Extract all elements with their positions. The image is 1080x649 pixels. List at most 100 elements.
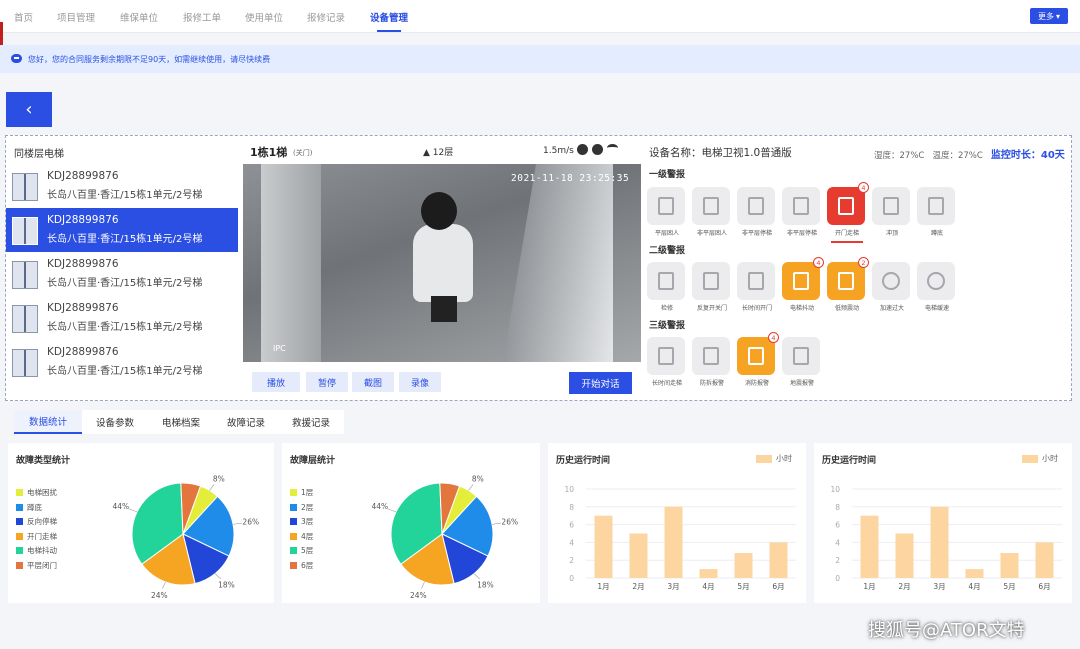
elevator-icon [12, 261, 38, 289]
person-icon [577, 144, 588, 155]
nav-item-device-management[interactable]: 设备管理 [370, 10, 408, 24]
alarm-item[interactable]: 冲顶 [872, 187, 912, 237]
elevator-alarm-icon [793, 347, 809, 365]
alarm-label: 非平层困人 [696, 230, 727, 237]
alarm-item[interactable]: 加速过大 [872, 262, 912, 312]
bar[interactable] [594, 515, 613, 578]
elevator-id: KDJ28899876 [47, 302, 119, 314]
alarm-item[interactable]: 非平层困人 [692, 187, 732, 237]
video-feed[interactable]: 2021-11-18 23:25:35 IPC [243, 164, 641, 362]
play-button[interactable]: 播放 [252, 372, 300, 392]
alarm-item[interactable]: 地震报警 [782, 337, 822, 387]
pie-label-leader [233, 522, 242, 525]
device-environment: 湿度：27%C 温度：27%C 监控时长：40天 [874, 146, 1065, 161]
screenshot-button[interactable]: 截图 [352, 372, 394, 392]
elevator-alarm-icon [703, 347, 719, 365]
alarm-status-icon [782, 187, 820, 225]
elevator-list-item[interactable]: KDJ28899876 长岛八百里·香江/15栋1单元/2号梯 [6, 164, 238, 208]
message-icon [11, 54, 22, 63]
pie-label-leader [214, 573, 221, 580]
elevator-id: KDJ28899876 [47, 214, 119, 226]
nav-item-home[interactable]: 首页 [14, 10, 33, 24]
start-talk-button[interactable]: 开始对话 [569, 372, 632, 394]
elevator-list-item[interactable]: KDJ28899876 长岛八百里·香江/15栋1单元/2号梯 [6, 208, 238, 252]
bar[interactable] [860, 515, 879, 578]
pause-button[interactable]: 暂停 [306, 372, 348, 392]
elevator-alarm-icon [928, 197, 944, 215]
alarm-item[interactable]: 4 电梯抖动 [782, 257, 824, 312]
video-title: 1栋1梯 [250, 146, 288, 159]
y-tick-label: 6 [569, 521, 574, 530]
record-button[interactable]: 录像 [399, 372, 441, 392]
alarm-level-title: 一级警报 [649, 170, 686, 180]
elevator-icon [12, 173, 38, 201]
elevator-list-item[interactable]: KDJ28899876 长岛八百里·香江/15栋1单元/2号梯 [6, 296, 238, 340]
alarm-item[interactable]: 电梯缓速 [917, 262, 957, 312]
alarm-item[interactable]: 长时间走梯 [647, 337, 687, 387]
bar[interactable] [965, 569, 984, 578]
elevator-address: 长岛八百里·香江/15栋1单元/2号梯 [47, 190, 203, 201]
chevron-left-icon: ‹ [25, 99, 33, 120]
alarm-status-icon [737, 262, 775, 300]
bar[interactable] [699, 569, 718, 578]
tab-fault-records[interactable]: 故障记录 [214, 410, 278, 434]
bar[interactable] [895, 533, 914, 579]
device-name: 设备名称：电梯卫视1.0普通版 [649, 147, 792, 159]
bar[interactable] [664, 506, 683, 578]
elevator-list-title: 同楼层电梯 [14, 149, 64, 160]
x-tick-label: 2月 [632, 582, 644, 591]
elevator-alarm-icon [838, 197, 854, 215]
alarm-item[interactable]: 长时间开门 [737, 262, 777, 312]
bar[interactable] [1035, 542, 1054, 578]
alarm-item[interactable]: 检修 [647, 262, 687, 312]
elevator-list-item[interactable]: KDJ28899876 长岛八百里·香江/15栋1单元/2号梯 [6, 340, 238, 384]
pie-label-leader [468, 484, 474, 491]
x-tick-label: 6月 [1038, 582, 1050, 591]
nav-item-repair-records[interactable]: 报修记录 [307, 10, 345, 24]
fault-floor-chart-panel: 故障层统计 1层 2层 3层 4层 5层 6层 8% 26% 18% 24% 44% [282, 443, 540, 603]
x-tick-label: 6月 [772, 582, 784, 591]
door-status: (关门) [293, 149, 313, 157]
y-tick-label: 0 [569, 574, 574, 583]
alarm-item[interactable]: 平层困人 [647, 187, 687, 237]
alarm-item[interactable]: 蹲底 [917, 187, 957, 237]
bar[interactable] [734, 553, 753, 578]
nav-item-repair-orders[interactable]: 报修工单 [183, 10, 221, 24]
alarm-count-badge: 2 [858, 257, 869, 268]
alarm-status-icon [737, 187, 775, 225]
alarm-item[interactable]: 非平层停梯 [782, 187, 822, 237]
tab-elevator-archive[interactable]: 电梯档案 [148, 410, 214, 434]
nav-item-user-units[interactable]: 使用单位 [245, 10, 283, 24]
bar[interactable] [930, 506, 949, 578]
y-tick-label: 10 [564, 485, 574, 494]
alarm-item[interactable]: 反复开关门 [692, 262, 732, 312]
tab-device-params[interactable]: 设备参数 [82, 410, 148, 434]
alarm-item[interactable]: 非平层停梯 [737, 187, 777, 237]
alarm-status-icon [692, 187, 730, 225]
alarm-label: 非平层停梯 [741, 230, 772, 237]
more-button[interactable]: 更多 ▾ [1030, 8, 1068, 24]
elevator-alarm-icon [882, 272, 900, 290]
pie-data-label: 26% [242, 518, 259, 527]
back-button[interactable]: ‹ [6, 92, 52, 127]
bar[interactable] [1000, 553, 1019, 578]
tab-rescue-records[interactable]: 救援记录 [278, 410, 344, 434]
bar[interactable] [769, 542, 788, 578]
elevator-alarm-icon [658, 347, 674, 365]
alarm-item[interactable]: 2 低频震动 [827, 257, 869, 312]
alarm-status-icon [872, 262, 910, 300]
temperature: 温度：27%C [932, 151, 983, 161]
tab-statistics[interactable]: 数据统计 [14, 410, 82, 434]
alarm-item[interactable]: 4 消防报警 [737, 332, 779, 387]
nav-item-maintenance-units[interactable]: 维保单位 [120, 10, 158, 24]
edge-marker [0, 22, 3, 46]
fault-type-pie: 8% 26% 18% 24% 44% [112, 474, 259, 600]
nav-item-projects[interactable]: 项目管理 [57, 10, 95, 24]
bar[interactable] [629, 533, 648, 579]
y-tick-label: 6 [835, 521, 840, 530]
alarm-item[interactable]: 4 开门走梯 [827, 182, 869, 243]
alarm-status-icon [692, 337, 730, 375]
alarm-item[interactable]: 防拆报警 [692, 337, 732, 387]
alarm-status-icon [647, 337, 685, 375]
elevator-list-item[interactable]: KDJ28899876 长岛八百里·香江/15栋1单元/2号梯 [6, 252, 238, 296]
